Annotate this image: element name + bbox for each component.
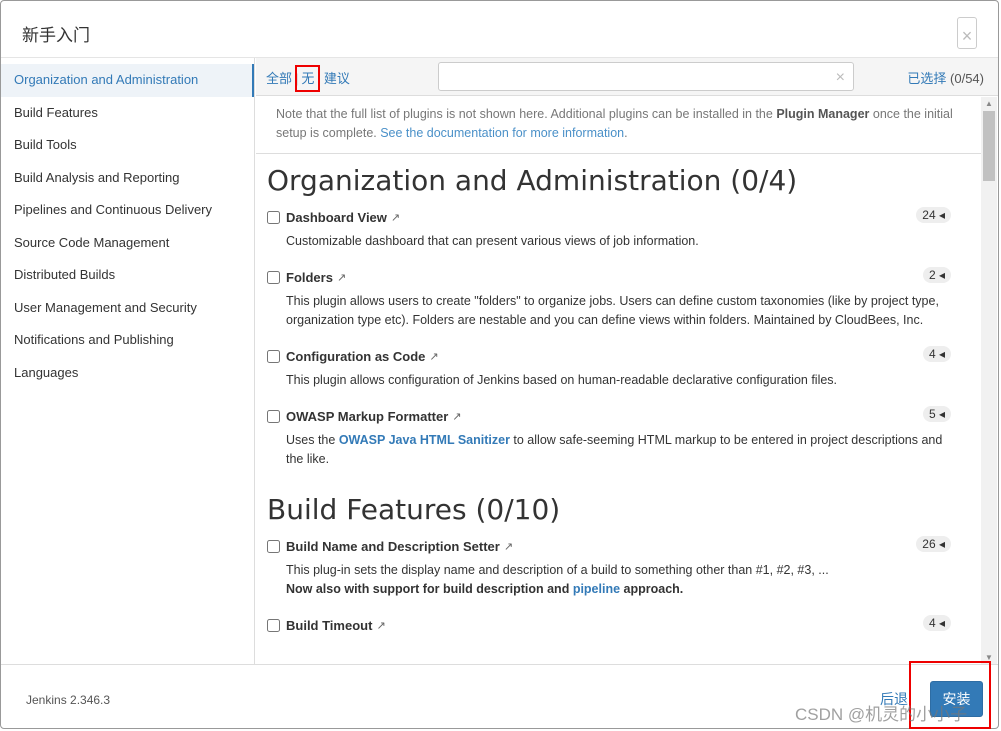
external-link-icon[interactable]: ↗ — [504, 540, 513, 553]
sidebar-item-pipelines[interactable]: Pipelines and Continuous Delivery — [1, 194, 254, 227]
selected-value: (0/54) — [950, 71, 984, 86]
scrollbar[interactable]: ▲ ▼ — [981, 97, 997, 664]
dependency-count: 24 — [922, 208, 936, 222]
scroll-up-icon[interactable]: ▲ — [985, 99, 993, 108]
plugin-item: Build Timeout ↗ 4 ◂ — [256, 613, 981, 651]
plugin-checkbox[interactable] — [267, 618, 280, 632]
desc-link[interactable]: pipeline — [573, 582, 620, 596]
scroll-thumb[interactable] — [983, 111, 995, 181]
external-link-icon[interactable]: ↗ — [391, 211, 400, 224]
caret-left-icon: ◂ — [938, 208, 945, 222]
sidebar-item-user-management[interactable]: User Management and Security — [1, 292, 254, 325]
category-sidebar: Organization and Administration Build Fe… — [1, 58, 255, 664]
sidebar-item-build-features[interactable]: Build Features — [1, 97, 254, 130]
plugin-checkbox[interactable] — [267, 349, 280, 363]
desc-link[interactable]: OWASP Java HTML Sanitizer — [339, 433, 510, 447]
setup-dialog: 新手入门 × Organization and Administration B… — [0, 0, 999, 729]
filter-none[interactable]: 无 — [295, 65, 321, 92]
dependency-badge[interactable]: 2 ◂ — [922, 267, 951, 283]
plugin-name[interactable]: Build Timeout — [286, 618, 372, 633]
plugin-description: This plug-in sets the display name and d… — [286, 563, 829, 577]
jenkins-version: Jenkins 2.346.3 — [26, 693, 111, 707]
plugin-description-extra: Now also with support for build descript… — [267, 580, 961, 599]
sidebar-item-organization[interactable]: Organization and Administration — [1, 64, 254, 97]
plugin-description: This plugin allows users to create "fold… — [286, 294, 939, 327]
filter-all[interactable]: 全部 — [266, 71, 292, 86]
caret-left-icon: ◂ — [938, 407, 945, 421]
external-link-icon[interactable]: ↗ — [376, 619, 385, 632]
info-note: Note that the full list of plugins is no… — [256, 97, 981, 154]
plugin-checkbox[interactable] — [267, 409, 280, 423]
desc-text: Uses the — [286, 433, 339, 447]
dependency-badge[interactable]: 4 ◂ — [922, 615, 951, 631]
caret-left-icon: ◂ — [938, 616, 945, 630]
plugin-name[interactable]: OWASP Markup Formatter — [286, 409, 448, 424]
caret-left-icon: ◂ — [938, 268, 945, 282]
sidebar-item-build-tools[interactable]: Build Tools — [1, 129, 254, 162]
section-title: Build Features (0/10) — [267, 493, 561, 526]
sidebar-item-languages[interactable]: Languages — [1, 357, 254, 390]
sidebar-item-build-analysis[interactable]: Build Analysis and Reporting — [1, 162, 254, 195]
selected-count[interactable]: 已选择 (0/54) — [907, 68, 984, 87]
sidebar-item-notifications[interactable]: Notifications and Publishing — [1, 324, 254, 357]
desc-text: Now also with support for build descript… — [286, 582, 573, 596]
documentation-link[interactable]: See the documentation for more informati… — [380, 126, 624, 140]
plugin-description: This plugin allows configuration of Jenk… — [286, 373, 838, 387]
plugin-item: Configuration as Code ↗ 4 ◂ This plugin all… — [256, 344, 981, 404]
dependency-badge[interactable]: 5 ◂ — [922, 406, 951, 422]
desc-text: approach. — [620, 582, 684, 596]
caret-left-icon: ◂ — [938, 537, 945, 551]
sidebar-item-scm[interactable]: Source Code Management — [1, 227, 254, 260]
watermark: CSDN @机灵的小小子 — [795, 705, 968, 724]
separator: | — [317, 71, 321, 86]
dialog-header: 新手入门 × — [1, 1, 998, 58]
dependency-count: 2 — [928, 268, 936, 282]
dependency-badge[interactable]: 26 ◂ — [916, 536, 951, 552]
note-text: Note that the full list of plugins is no… — [276, 107, 777, 121]
plugin-name[interactable]: Configuration as Code — [286, 349, 425, 364]
plugin-name[interactable]: Build Name and Description Setter — [286, 539, 500, 554]
plugin-description: Customizable dashboard that can present … — [286, 234, 699, 248]
caret-left-icon: ◂ — [938, 347, 945, 361]
plugin-item: Folders ↗ 2 ◂ This plugin allows users to c… — [256, 265, 981, 344]
dependency-badge[interactable]: 24 ◂ — [916, 207, 951, 223]
external-link-icon[interactable]: ↗ — [452, 410, 461, 423]
dialog-title: 新手入门 — [22, 26, 90, 45]
sidebar-item-distributed[interactable]: Distributed Builds — [1, 259, 254, 292]
dependency-count: 4 — [928, 347, 936, 361]
plugin-name[interactable]: Dashboard View — [286, 210, 387, 225]
plugin-search: × — [438, 62, 854, 91]
section-title: Organization and Administration (0/4) — [267, 164, 798, 197]
dependency-count: 5 — [928, 407, 936, 421]
selected-link[interactable]: 已选择 — [907, 71, 946, 86]
filter-suggested[interactable]: 建议 — [324, 71, 350, 86]
plugin-list: Note that the full list of plugins is no… — [256, 97, 981, 664]
plugin-description: Uses the OWASP Java HTML Sanitizer to al… — [267, 431, 961, 469]
search-input[interactable] — [439, 63, 819, 90]
plugin-toolbar: 全部 | 无 | 建议 × 已选择 (0/54) — [256, 58, 998, 96]
plugin-item: Build Name and Description Setter ↗ 26 ◂ Th… — [256, 534, 981, 613]
dependency-count: 26 — [922, 537, 936, 551]
note-bold: Plugin Manager — [776, 107, 870, 121]
plugin-item: Dashboard View ↗ 24 ◂ Customizable dashboar… — [256, 205, 981, 265]
note-text: . — [624, 126, 628, 140]
plugin-item: OWASP Markup Formatter ↗ 5 ◂ Uses the OWASP… — [256, 404, 981, 483]
clear-icon[interactable]: × — [836, 69, 845, 87]
separator: | — [295, 71, 299, 86]
dependency-badge[interactable]: 4 ◂ — [922, 346, 951, 362]
plugin-checkbox[interactable] — [267, 539, 280, 553]
external-link-icon[interactable]: ↗ — [337, 271, 346, 284]
plugin-checkbox[interactable] — [267, 210, 280, 224]
plugin-checkbox[interactable] — [267, 270, 280, 284]
dependency-count: 4 — [928, 616, 936, 630]
plugin-name[interactable]: Folders — [286, 270, 333, 285]
close-button[interactable]: × — [957, 17, 977, 49]
external-link-icon[interactable]: ↗ — [429, 350, 438, 363]
